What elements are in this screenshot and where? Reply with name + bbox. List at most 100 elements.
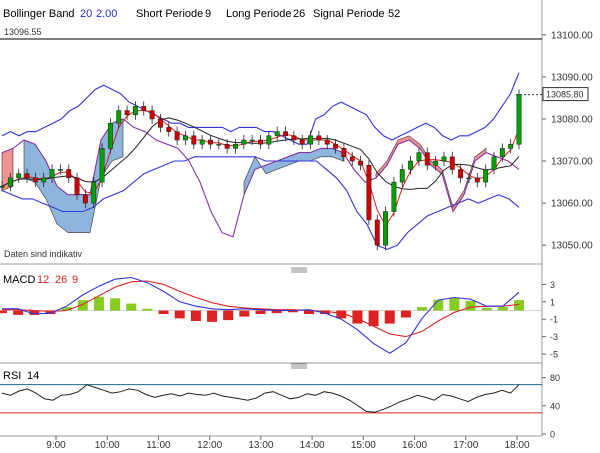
- indicator-label: Bollinger Band: [3, 8, 75, 20]
- candle-body: [191, 135, 197, 145]
- price-tick-label: 13050.00: [551, 241, 593, 252]
- candle-body: [91, 181, 97, 204]
- signal-period-label: Signal Periode: [313, 8, 385, 20]
- macd-tick-label: 1: [550, 297, 555, 307]
- candle-body: [491, 156, 497, 170]
- time-tick-label: 16:00: [402, 440, 427, 451]
- macd-tick-label: 3: [550, 280, 555, 290]
- candle-body: [324, 139, 330, 145]
- last-price-marker: 13085.80: [542, 87, 589, 102]
- candle-body: [308, 135, 313, 145]
- bb-deviation-value: 2.00: [96, 8, 117, 20]
- candle-body: [224, 143, 230, 149]
- rsi-tick-label: 40: [550, 401, 560, 411]
- candle-body: [241, 139, 247, 145]
- price-header: Bollinger Band 20 2.00 Short Periode 9 L…: [3, 8, 400, 20]
- candle-body: [24, 173, 30, 179]
- candle-body: [499, 148, 505, 158]
- rsi-tick-label: 0: [550, 430, 555, 440]
- rsi-tick-label: 80: [550, 373, 560, 383]
- short-period-label: Short Periode: [136, 8, 203, 20]
- candle-body: [166, 127, 172, 132]
- rsi-label: RSI: [3, 370, 21, 382]
- reference-price-label: 13096.55: [4, 27, 42, 37]
- rsi-param: 14: [27, 370, 39, 382]
- candle-body: [49, 169, 55, 179]
- macd-tick-label: -1: [550, 315, 558, 325]
- macd-histogram-bar: [13, 310, 24, 315]
- candle-body: [391, 181, 397, 212]
- candle-body: [157, 118, 163, 128]
- candle-body: [32, 177, 38, 183]
- candle-body: [7, 177, 13, 187]
- candle-body: [41, 177, 47, 183]
- macd-histogram-bar: [368, 310, 379, 327]
- macd-histogram-bar: [207, 310, 218, 322]
- candle-body: [16, 173, 22, 179]
- candle-body: [291, 135, 297, 141]
- candle-body: [466, 177, 472, 180]
- time-tick-label: 17:00: [453, 440, 478, 451]
- macd-histogram-bar: [126, 303, 137, 311]
- time-tick-label: 14:00: [300, 440, 325, 451]
- candle-body: [474, 177, 480, 183]
- candle-body: [408, 160, 414, 170]
- candle-body: [383, 211, 389, 246]
- candle-body: [66, 169, 72, 179]
- price-tick-label: 13070.00: [551, 157, 593, 168]
- macd-param-3: 9: [72, 274, 78, 286]
- candle-body: [358, 160, 364, 166]
- candle-body: [174, 131, 180, 141]
- candle-body: [183, 135, 188, 141]
- price-tick-label: 13100.00: [551, 30, 593, 41]
- candle-body: [99, 148, 105, 183]
- macd-param-1: 12: [37, 274, 49, 286]
- time-tick-label: 12:00: [197, 440, 222, 451]
- candle-body: [274, 131, 280, 137]
- candle-body: [516, 94, 522, 145]
- macd-param-2: 26: [55, 274, 67, 286]
- candle-body: [0, 186, 5, 188]
- macd-histogram-bar: [449, 297, 460, 311]
- macd-histogram-bar: [465, 300, 476, 311]
- macd-histogram-bar: [384, 310, 395, 324]
- candle-body: [283, 131, 288, 137]
- macd-tick-label: -3: [550, 332, 558, 342]
- time-tick-label: 10:00: [95, 440, 120, 451]
- candle-body: [374, 219, 380, 246]
- macd-histogram-bar: [433, 300, 444, 311]
- candle-body: [449, 156, 455, 170]
- macd-histogram-bar: [417, 307, 428, 311]
- macd-histogram-bar: [481, 307, 492, 311]
- macd-histogram-bar: [110, 298, 121, 311]
- macd-label: MACD: [3, 274, 35, 286]
- candle-body: [299, 139, 305, 145]
- candle-body: [508, 143, 514, 149]
- price-tick-label: 13060.00: [551, 199, 593, 210]
- candle-body: [208, 139, 213, 145]
- macd-histogram-bar: [142, 308, 153, 311]
- macd-histogram-bar: [0, 310, 7, 314]
- candle-body: [341, 148, 347, 158]
- long-period-label: Long Periode: [226, 8, 291, 20]
- candle-body: [416, 152, 422, 162]
- candle-body: [399, 169, 405, 183]
- candle-body: [316, 135, 322, 141]
- candle-body: [199, 139, 205, 145]
- time-tick-label: 9:00: [46, 440, 66, 451]
- candle-body: [107, 122, 113, 149]
- candle-body: [141, 106, 147, 111]
- candle-body: [441, 156, 447, 162]
- candle-body: [57, 169, 63, 171]
- candle-body: [366, 164, 372, 221]
- signal-period-value: 52: [388, 8, 400, 20]
- price-tick-label: 13080.00: [551, 114, 593, 125]
- time-tick-label: 13:00: [248, 440, 273, 451]
- macd-histogram-bar: [497, 307, 508, 311]
- candle-body: [258, 139, 263, 145]
- candle-body: [116, 110, 122, 124]
- indicative-data-note: Daten sind indikativ: [4, 249, 83, 259]
- bb-period-value: 20: [80, 8, 92, 20]
- long-period-value: 26: [293, 8, 305, 20]
- candle-body: [249, 139, 255, 142]
